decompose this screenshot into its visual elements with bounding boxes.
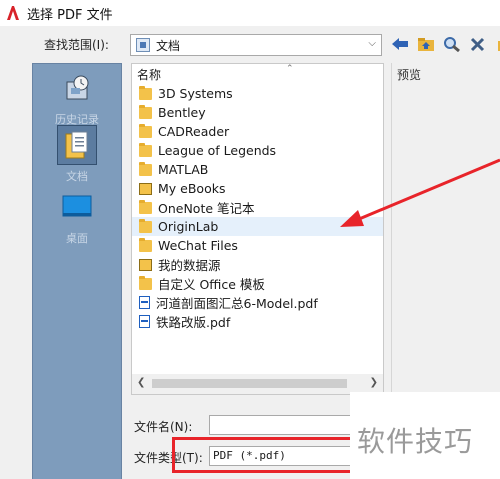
ebook-folder-icon — [139, 182, 152, 195]
list-item-label: My eBooks — [158, 181, 226, 196]
lookin-label: 查找范围(I): — [44, 38, 109, 52]
window-title: 选择 PDF 文件 — [27, 7, 113, 23]
folder-icon — [139, 275, 152, 290]
desktop-icon — [57, 187, 97, 227]
folder-icon — [139, 199, 152, 214]
list-item[interactable]: OriginLab — [132, 217, 383, 236]
delete-button[interactable] — [468, 34, 488, 54]
chevron-left-icon[interactable]: ❮ — [137, 377, 145, 388]
place-documents[interactable]: 文档 — [33, 125, 121, 184]
file-rows: 3D Systems Bentley CADReader League of L… — [132, 84, 383, 331]
list-item[interactable]: OneNote 笔记本 — [132, 198, 383, 217]
watermark-text: 软件技巧 — [357, 425, 474, 458]
lookin-dropdown[interactable]: 文档 ⌵ — [130, 34, 382, 56]
new-folder-button[interactable] — [494, 34, 500, 54]
list-item-label: League of Legends — [158, 143, 277, 158]
list-item[interactable]: 河道剖面图汇总6-Model.pdf — [132, 293, 383, 312]
filename-label: 文件名(N): — [134, 420, 193, 434]
list-item[interactable]: 我的数据源 — [132, 255, 383, 274]
list-item[interactable]: 铁路改版.pdf — [132, 312, 383, 331]
up-folder-icon — [418, 38, 434, 51]
list-item[interactable]: MATLAB — [132, 160, 383, 179]
folder-icon — [139, 123, 152, 138]
pdf-file-icon — [139, 296, 150, 309]
list-item-label: 自定义 Office 模板 — [158, 277, 265, 292]
chevron-right-icon[interactable]: ❯ — [370, 377, 378, 388]
preview-label: 预览 — [397, 68, 422, 82]
folder-icon — [139, 142, 152, 157]
documents-icon — [136, 38, 150, 52]
lookin-value: 文档 — [156, 38, 181, 53]
folder-icon — [139, 161, 152, 176]
list-item[interactable]: Bentley — [132, 103, 383, 122]
list-item-label: WeChat Files — [158, 238, 238, 253]
list-item-label: OriginLab — [158, 219, 219, 234]
back-button[interactable] — [390, 34, 410, 54]
annotation-highlight-box — [172, 437, 354, 473]
search-web-button[interactable] — [442, 34, 462, 54]
folder-icon — [139, 237, 152, 252]
place-label: 文档 — [66, 170, 88, 183]
chevron-down-icon: ⌵ — [368, 38, 376, 49]
scrollbar-thumb[interactable] — [152, 379, 347, 388]
up-folder-button[interactable] — [416, 34, 436, 54]
column-header-label: 名称 — [137, 67, 162, 82]
preview-pane — [391, 63, 500, 395]
folder-icon — [139, 218, 152, 233]
list-item[interactable]: 自定义 Office 模板 — [132, 274, 383, 293]
filename-input[interactable] — [209, 415, 369, 435]
list-item-label: OneNote 笔记本 — [158, 201, 255, 216]
list-item[interactable]: 3D Systems — [132, 84, 383, 103]
pdf-file-icon — [139, 315, 150, 328]
list-item[interactable]: League of Legends — [132, 141, 383, 160]
sort-caret-icon: ⌃ — [286, 64, 294, 74]
list-item-label: 河道剖面图汇总6-Model.pdf — [156, 296, 318, 311]
list-item[interactable]: CADReader — [132, 122, 383, 141]
place-desktop[interactable]: 桌面 — [33, 187, 121, 246]
list-item[interactable]: WeChat Files — [132, 236, 383, 255]
documents-icon — [57, 125, 97, 165]
close-icon — [470, 37, 485, 52]
place-label: 桌面 — [66, 232, 88, 245]
horizontal-scrollbar[interactable]: ❮ ❯ — [132, 374, 383, 394]
places-bar: 历史记录 文档 桌面 — [32, 63, 122, 479]
autocad-logo-icon — [6, 5, 20, 21]
toolbar — [390, 34, 500, 54]
list-item-label: 3D Systems — [158, 86, 233, 101]
list-item-label: 我的数据源 — [158, 258, 221, 273]
search-icon — [444, 37, 460, 52]
folder-icon — [139, 104, 152, 119]
list-item-label: MATLAB — [158, 162, 209, 177]
folder-icon — [139, 85, 152, 100]
file-list: 名称 ⌃ 3D Systems Bentley CADReader League… — [131, 63, 384, 395]
back-arrow-icon — [392, 38, 408, 50]
list-item-label: CADReader — [158, 124, 230, 139]
place-history[interactable]: 历史记录 — [33, 68, 121, 127]
list-item[interactable]: My eBooks — [132, 179, 383, 198]
list-item-label: Bentley — [158, 105, 206, 120]
list-item-label: 铁路改版.pdf — [156, 315, 231, 330]
history-icon — [57, 68, 97, 108]
data-source-folder-icon — [139, 258, 152, 271]
title-bar: 选择 PDF 文件 — [0, 0, 500, 26]
column-header-name[interactable]: 名称 ⌃ — [132, 64, 383, 84]
